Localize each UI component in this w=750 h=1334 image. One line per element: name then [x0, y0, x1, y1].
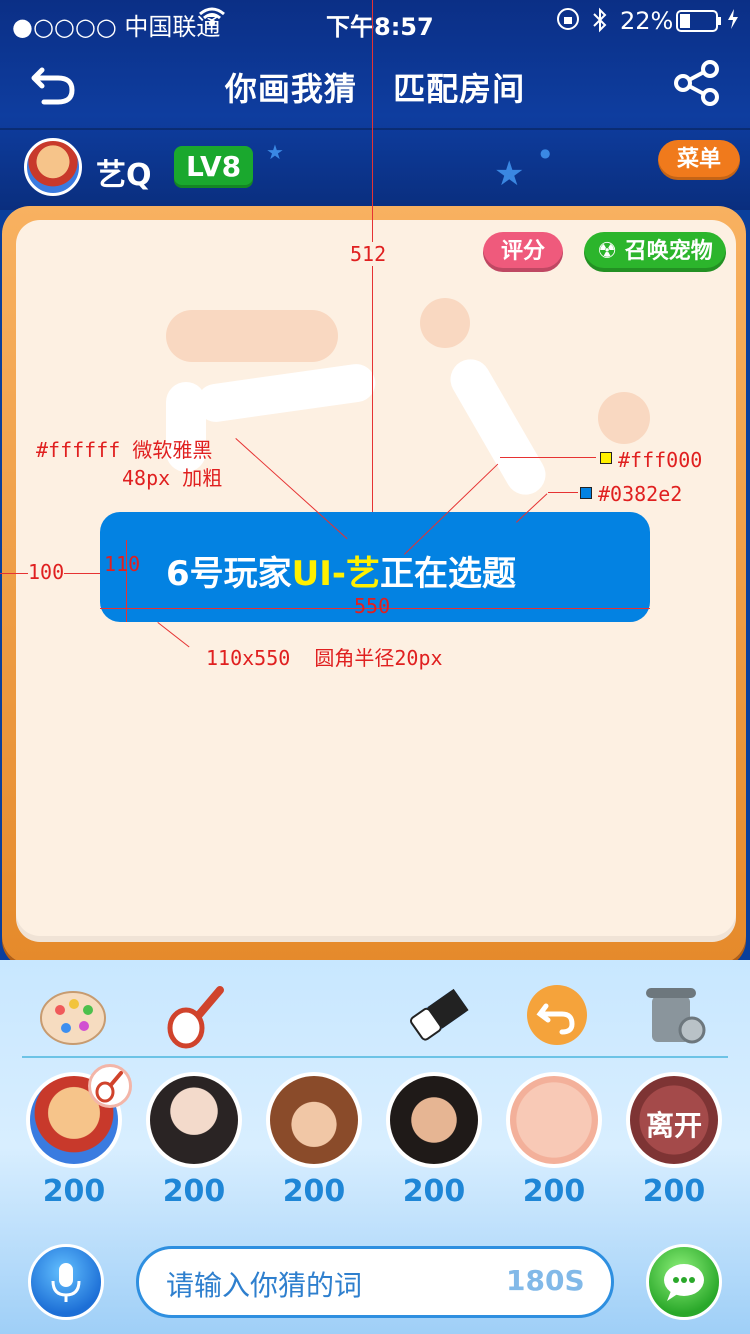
star-decoration-icon: ★ [266, 140, 284, 164]
microphone-icon [51, 1263, 81, 1302]
undo-icon [527, 985, 587, 1045]
voice-button[interactable] [28, 1244, 104, 1320]
player-score: 200 [282, 1174, 346, 1209]
color-swatch-blue [580, 487, 592, 499]
bug-icon: ☢ [597, 239, 618, 264]
battery-icon [676, 10, 722, 38]
doodle-stroke [420, 298, 470, 348]
rotation-lock-icon [556, 7, 580, 37]
player-avatar-2[interactable] [146, 1072, 242, 1168]
share-icon [674, 60, 719, 106]
palette-button[interactable] [38, 980, 108, 1050]
nav-bar: 你画我猜 匹配房间 [0, 42, 750, 130]
annotation-pointer [548, 492, 578, 493]
player-score: 200 [402, 1174, 466, 1209]
topic-suffix: 正在选题 [380, 554, 517, 594]
battery-label: 22% [620, 7, 674, 35]
trash-icon [646, 988, 706, 1044]
annotation-yellow-color: #fff000 [618, 448, 703, 472]
eraser-button[interactable] [404, 980, 474, 1050]
player-score: 200 [42, 1174, 106, 1209]
topic-text: 6号玩家UI-艺正在选题 [166, 546, 516, 595]
undo-button[interactable] [522, 980, 592, 1050]
topic-prefix: 6号玩家 [166, 554, 292, 594]
carrier-label: ●○○○○ 中国联通 [12, 13, 221, 41]
rate-button[interactable]: 评分 [483, 232, 563, 272]
menu-button[interactable]: 菜单 [658, 140, 740, 180]
annotation-blue-color: #0382e2 [598, 482, 683, 506]
brush-button[interactable] [162, 980, 232, 1050]
drawing-brush-badge-icon [88, 1064, 132, 1108]
page-title: 你画我猜 匹配房间 [0, 64, 750, 110]
palette-icon [40, 991, 106, 1045]
annotation-font-spec-2: 48px 加粗 [122, 466, 223, 490]
annotation-font-spec-1: #ffffff 微软雅黑 [36, 438, 213, 462]
clear-trash-button[interactable] [638, 980, 708, 1050]
player-avatar-4[interactable] [386, 1072, 482, 1168]
annotation-left-distance: 100 [28, 560, 65, 584]
avatar[interactable] [24, 138, 82, 196]
annotation-height: 110 [104, 552, 141, 576]
brush-icon [167, 986, 224, 1049]
topic-player-name: UI-艺 [291, 554, 381, 594]
guess-input-placeholder: 请输入你猜的词 [166, 1269, 363, 1302]
player-avatar-5[interactable] [506, 1072, 602, 1168]
player-left-status: 离开 [645, 1109, 702, 1142]
divider [22, 1056, 728, 1058]
status-bar: ●○○○○ 中国联通 下午8:57 22% [0, 0, 750, 42]
player-avatar-3[interactable] [266, 1072, 362, 1168]
chat-bubble-icon [664, 1264, 704, 1301]
game-title: 你画我猜 [224, 70, 357, 108]
annotation-pointer [500, 457, 596, 458]
doodle-stroke [598, 392, 650, 444]
star-decoration-icon: ● [540, 146, 551, 160]
bluetooth-icon [592, 7, 608, 39]
player-score: 200 [522, 1174, 586, 1209]
room-title: 匹配房间 [393, 70, 526, 108]
annotation-width: 550 [354, 594, 391, 618]
color-swatch-yellow [600, 452, 612, 464]
star-decoration-icon: ★ [494, 154, 525, 194]
wifi-icon [198, 5, 226, 35]
annotation-top-distance: 512 [350, 242, 387, 266]
level-badge: LV8 [174, 146, 254, 188]
summon-pet-button[interactable]: ☢ 召唤宠物 [584, 232, 726, 272]
share-button[interactable] [672, 58, 722, 108]
player-score: 200 [642, 1174, 706, 1209]
status-time: 下午8:57 [326, 13, 434, 41]
user-info-row: 艺Q LV8 ★ ★ ● 菜单 [0, 130, 750, 210]
chat-button[interactable] [646, 1244, 722, 1320]
charging-icon [726, 7, 740, 37]
summon-pet-label: 召唤宠物 [624, 239, 713, 264]
player-score: 200 [162, 1174, 226, 1209]
eraser-icon [409, 988, 469, 1041]
username: 艺Q [96, 158, 152, 193]
doodle-stroke [166, 310, 338, 362]
annotation-size-spec: 110x550 圆角半径20px [206, 646, 443, 670]
countdown-timer: 180S [506, 1264, 585, 1297]
